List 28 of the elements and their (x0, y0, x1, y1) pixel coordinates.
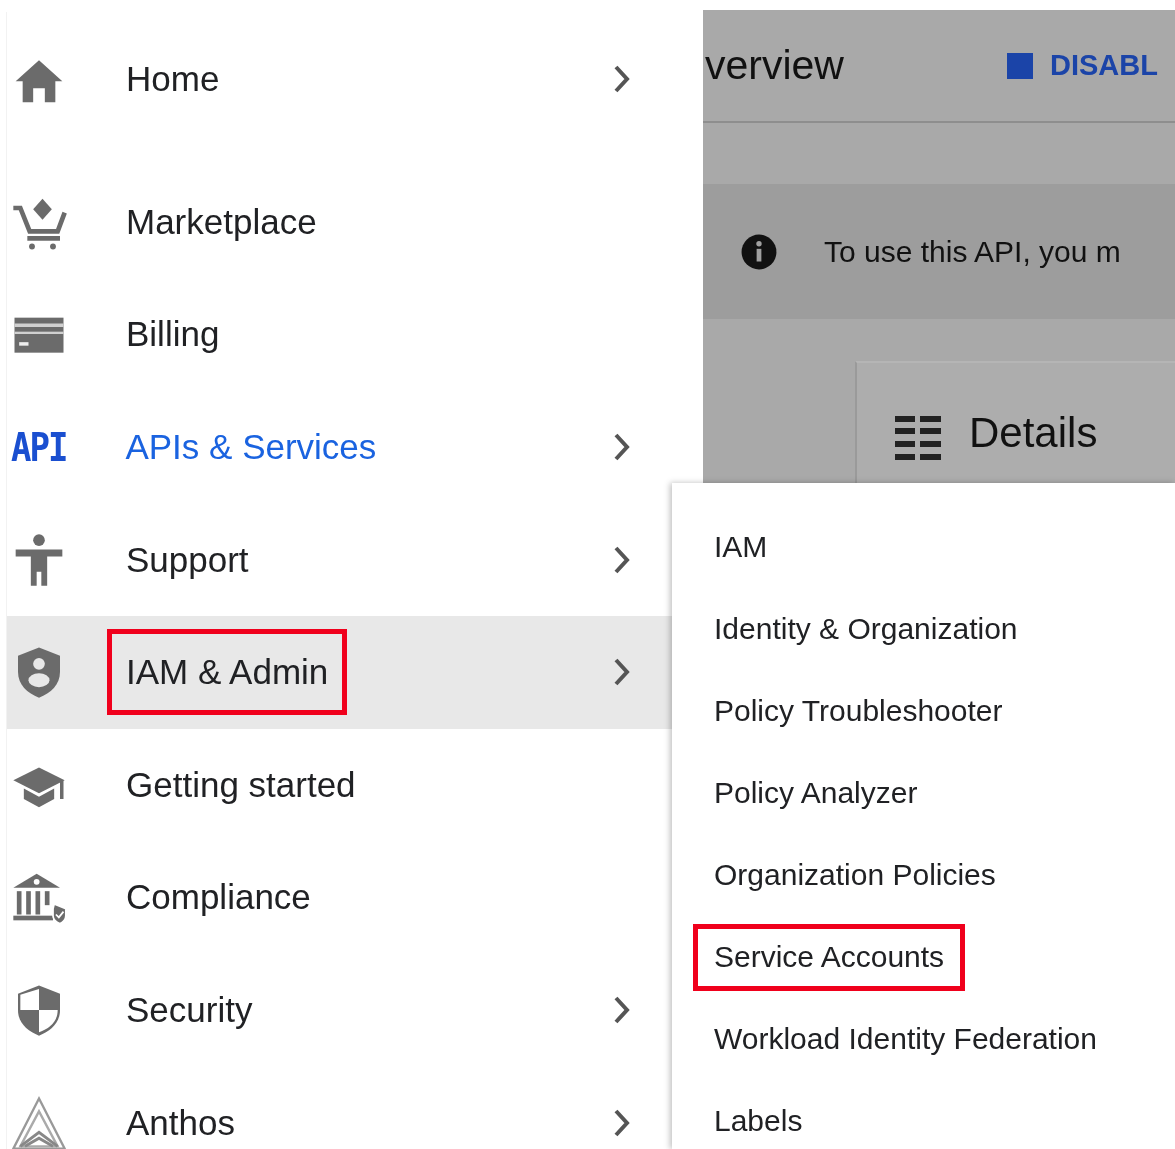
menu-item[interactable]: Support (107, 532, 268, 587)
banner-text: To use this API, you m (824, 234, 1121, 269)
menu-item[interactable]: APIs & Services (106, 420, 396, 475)
menu-item[interactable]: Anthos (107, 1095, 254, 1149)
card-title: Details (969, 409, 1098, 457)
submenu-item[interactable]: Labels (693, 1096, 824, 1146)
menu-item[interactable]: Home (107, 52, 239, 107)
menu-item[interactable]: Billing (107, 307, 239, 362)
page-title: verview (705, 42, 844, 89)
menu-item[interactable]: Getting started (107, 757, 375, 812)
submenu-item[interactable]: Workload Identity Federation (693, 1014, 1118, 1064)
menu-item[interactable]: Marketplace (107, 194, 336, 249)
list-icon (895, 415, 941, 461)
info-icon (740, 232, 778, 271)
menu-item[interactable]: IAM & Admin (107, 629, 348, 716)
submenu-item[interactable]: Policy Troubleshooter (693, 686, 1024, 736)
submenu-item[interactable]: IAM (693, 522, 789, 572)
menu-item-highlight[interactable]: IAM & Admin (7, 615, 672, 729)
menu-item[interactable]: Compliance (107, 870, 330, 925)
disable-button[interactable]: DISABL (1050, 49, 1158, 82)
stop-icon (1007, 52, 1033, 79)
submenu-item[interactable]: Organization Policies (693, 850, 1017, 900)
submenu-item[interactable]: Service Accounts (693, 923, 966, 991)
menu-item[interactable]: Security (107, 983, 272, 1038)
submenu-item[interactable]: Identity & Organization (693, 604, 1039, 654)
triangle-icon (11, 1094, 67, 1149)
submenu-item[interactable]: Policy Analyzer (693, 768, 939, 818)
api-icon: API (11, 424, 67, 471)
